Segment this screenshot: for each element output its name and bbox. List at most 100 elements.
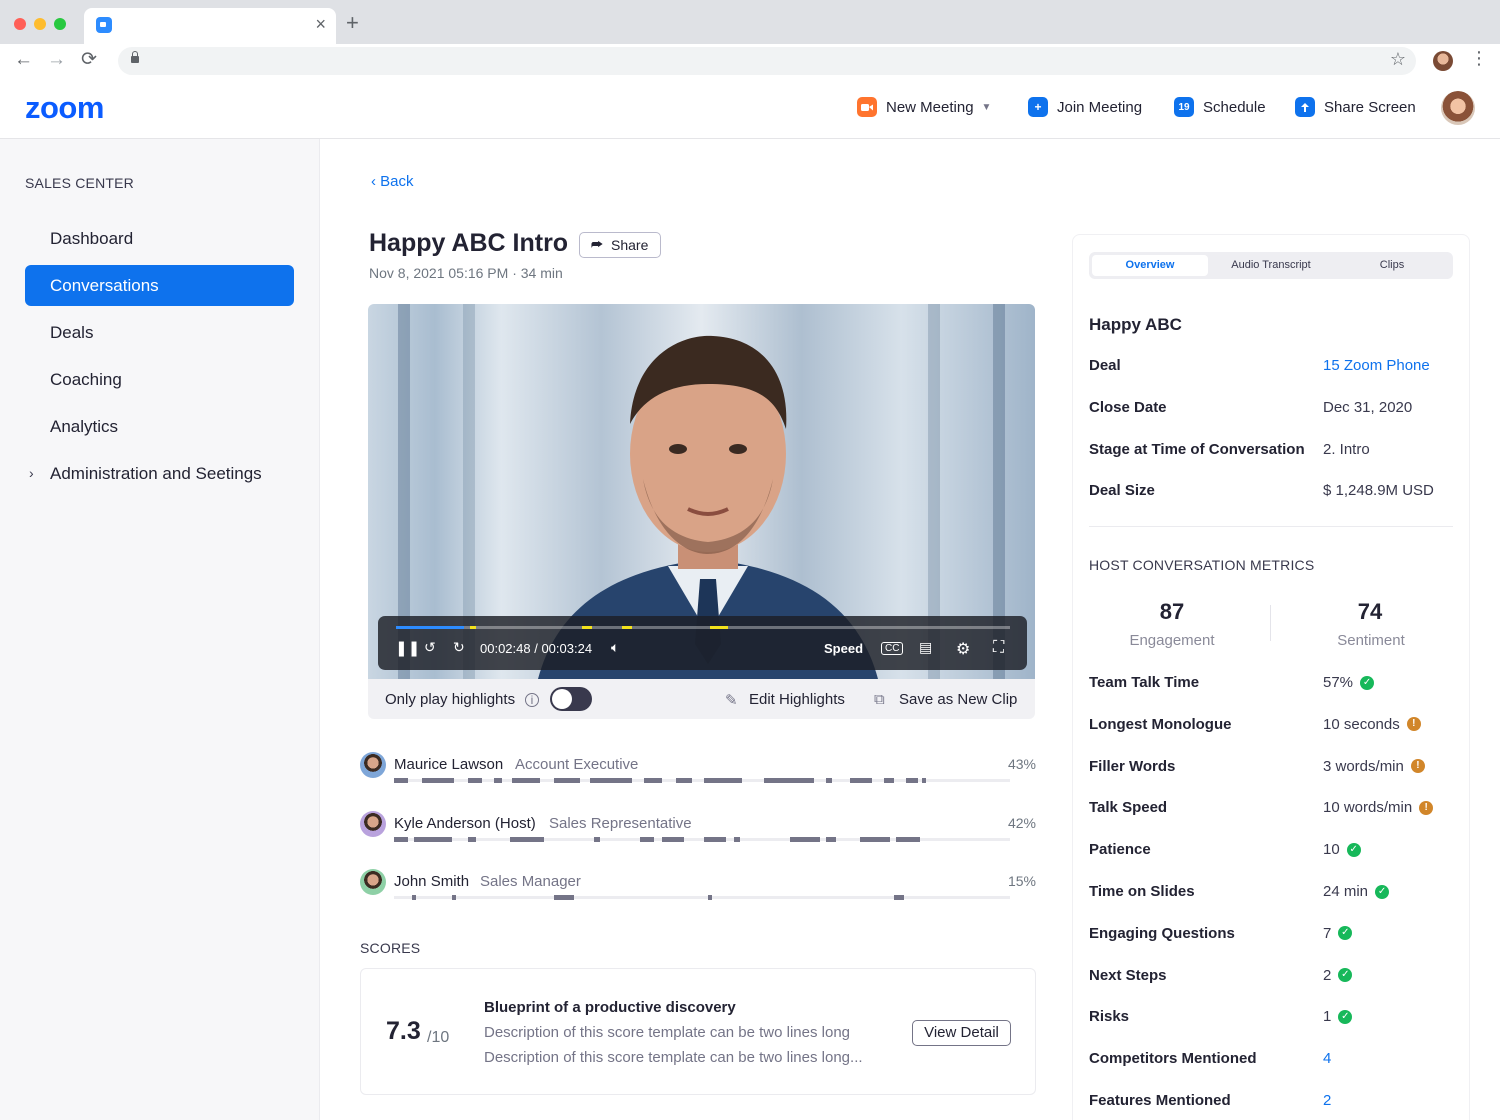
gear-icon[interactable]: ⚙︎ <box>956 639 970 659</box>
sentiment-score: 74 <box>1357 599 1383 624</box>
volume-icon[interactable]: 🔈︎ <box>611 639 619 656</box>
progress-track[interactable] <box>396 626 1010 629</box>
forward-icon[interactable]: ↻ <box>453 639 465 656</box>
sidebar-item-label: Conversations <box>50 276 159 295</box>
schedule-button[interactable]: 19 Schedule <box>1174 97 1266 117</box>
metric-label: Engaging Questions <box>1089 924 1235 942</box>
join-meeting-label: Join Meeting <box>1057 98 1143 116</box>
metric-value: 10 ✓ <box>1323 841 1361 858</box>
speaker-row[interactable]: Kyle Anderson (Host) Sales Representativ… <box>360 811 1036 851</box>
close-tab-icon[interactable]: × <box>315 14 326 35</box>
share-screen-button[interactable]: Share Screen <box>1295 97 1416 117</box>
metric-label: Filler Words <box>1089 757 1176 775</box>
check-icon: ✓ <box>1375 884 1390 899</box>
metric-label: Patience <box>1089 841 1151 859</box>
talk-timeline[interactable] <box>394 778 1010 783</box>
avatar <box>360 811 386 837</box>
info-icon[interactable]: i <box>525 693 539 707</box>
view-detail-button[interactable]: View Detail <box>912 1020 1011 1046</box>
metric-value-text: 24 min <box>1323 883 1369 900</box>
metric-label: Longest Monologue <box>1089 715 1232 733</box>
engagement-score: 87 <box>1159 599 1185 624</box>
share-label: Share <box>611 237 649 253</box>
video-camera-icon <box>857 97 877 117</box>
metric-value: 3 words/min! <box>1323 758 1425 775</box>
browser-tab[interactable]: × <box>84 8 336 44</box>
speaker-row[interactable]: John Smith Sales Manager 15% <box>360 869 1036 909</box>
chevron-down-icon[interactable]: ▼ <box>982 102 992 113</box>
rewind-icon[interactable]: ↺ <box>424 639 436 656</box>
back-arrow-icon[interactable]: ← <box>14 48 33 72</box>
back-label: Back <box>380 173 414 190</box>
metric-value-text: 1 <box>1323 1008 1332 1026</box>
browser-profile-avatar[interactable] <box>1433 51 1453 71</box>
browser-tabbar: × + <box>0 0 1500 44</box>
tab-clips[interactable]: Clips <box>1334 255 1450 276</box>
sidebar-item-label: Coaching <box>50 370 122 389</box>
new-tab-icon[interactable]: + <box>346 10 359 36</box>
close-window-dot[interactable] <box>14 18 26 30</box>
talk-timeline[interactable] <box>394 895 1010 900</box>
reload-icon[interactable]: ⟳ <box>81 48 97 72</box>
sidebar-item-dashboard[interactable]: Dashboard <box>25 218 294 259</box>
metric-value: 24 min ✓ <box>1323 883 1390 900</box>
details-panel: Overview Audio Transcript Clips Happy AB… <box>1072 234 1470 1120</box>
close-date-value: Dec 31, 2020 <box>1323 399 1413 416</box>
metric-value: 1 ✓ <box>1323 1008 1353 1026</box>
sidebar-item-coaching[interactable]: Coaching <box>25 359 294 400</box>
sidebar-item-deals[interactable]: Deals <box>25 312 294 353</box>
kpi-divider <box>1270 605 1271 641</box>
talk-timeline[interactable] <box>394 837 1010 842</box>
transcript-icon[interactable]: ▤ <box>919 639 932 656</box>
forward-arrow-icon[interactable]: → <box>47 48 66 72</box>
chevron-right-icon[interactable]: › <box>29 453 34 494</box>
metric-label: Risks <box>1089 1008 1130 1026</box>
deal-link[interactable]: 15 Zoom Phone <box>1323 357 1430 374</box>
speed-button[interactable]: Speed <box>824 641 863 656</box>
highlight-marker[interactable] <box>582 626 592 629</box>
new-meeting-button[interactable]: New Meeting ▼ <box>857 97 991 117</box>
minimize-window-dot[interactable] <box>34 18 46 30</box>
metric-value-text: 10 words/min <box>1323 799 1413 817</box>
avatar <box>360 869 386 895</box>
save-clip-button[interactable]: Save as New Clip <box>899 691 1017 708</box>
metric-value[interactable]: 4 <box>1323 1050 1331 1067</box>
sidebar-item-analytics[interactable]: Analytics <box>25 406 294 447</box>
share-button[interactable]: ⮫ Share <box>579 232 661 258</box>
sidebar-item-conversations[interactable]: Conversations <box>25 265 294 306</box>
stage-value: 2. Intro <box>1323 441 1370 458</box>
scores-title: SCORES <box>360 940 421 956</box>
only-highlights-label: Only play highlights <box>385 691 516 708</box>
browser-menu-icon[interactable]: ⋮ <box>1470 48 1488 69</box>
warning-icon: ! <box>1406 717 1421 732</box>
maximize-window-dot[interactable] <box>54 18 66 30</box>
edit-highlights-button[interactable]: Edit Highlights <box>749 691 845 708</box>
highlight-marker[interactable] <box>470 626 476 629</box>
check-icon: ✓ <box>1360 675 1375 690</box>
tab-audio-transcript[interactable]: Audio Transcript <box>1211 255 1331 276</box>
speaker-row[interactable]: Maurice Lawson Account Executive 43% <box>360 752 1036 792</box>
pause-icon[interactable]: ❚❚ <box>395 639 420 657</box>
sidebar-item-administration[interactable]: › Administration and Seetings <box>25 453 294 494</box>
zoom-logo[interactable]: zoom <box>25 90 104 126</box>
score-card: 7.3 /10 Blueprint of a productive discov… <box>360 968 1036 1095</box>
deal-label: Deal <box>1089 357 1121 374</box>
metric-value[interactable]: 2 <box>1323 1092 1331 1109</box>
tab-overview[interactable]: Overview <box>1092 255 1208 276</box>
captions-icon[interactable]: CC <box>881 642 904 655</box>
deal-size-value: $ 1,248.9M USD <box>1323 482 1434 499</box>
fullscreen-icon[interactable]: ⛶ <box>993 639 1004 657</box>
highlights-toggle[interactable] <box>550 687 592 711</box>
sentiment-label: Sentiment <box>1337 632 1405 649</box>
bookmark-star-icon[interactable]: ☆ <box>1390 49 1406 70</box>
check-icon: ✓ <box>1338 1009 1353 1024</box>
address-bar[interactable]: ☆ <box>118 47 1416 75</box>
highlight-marker[interactable] <box>710 626 728 629</box>
join-meeting-button[interactable]: + Join Meeting <box>1028 97 1142 117</box>
progress-fill <box>396 626 465 629</box>
user-avatar[interactable] <box>1441 91 1475 125</box>
metric-value: 10 seconds! <box>1323 716 1421 733</box>
back-link[interactable]: ‹ Back <box>371 173 414 190</box>
highlight-marker[interactable] <box>622 626 632 629</box>
video-player[interactable]: ❚❚ ↺ ↻ 00:02:48 / 00:03:24 🔈︎ Speed CC ▤… <box>368 304 1035 679</box>
